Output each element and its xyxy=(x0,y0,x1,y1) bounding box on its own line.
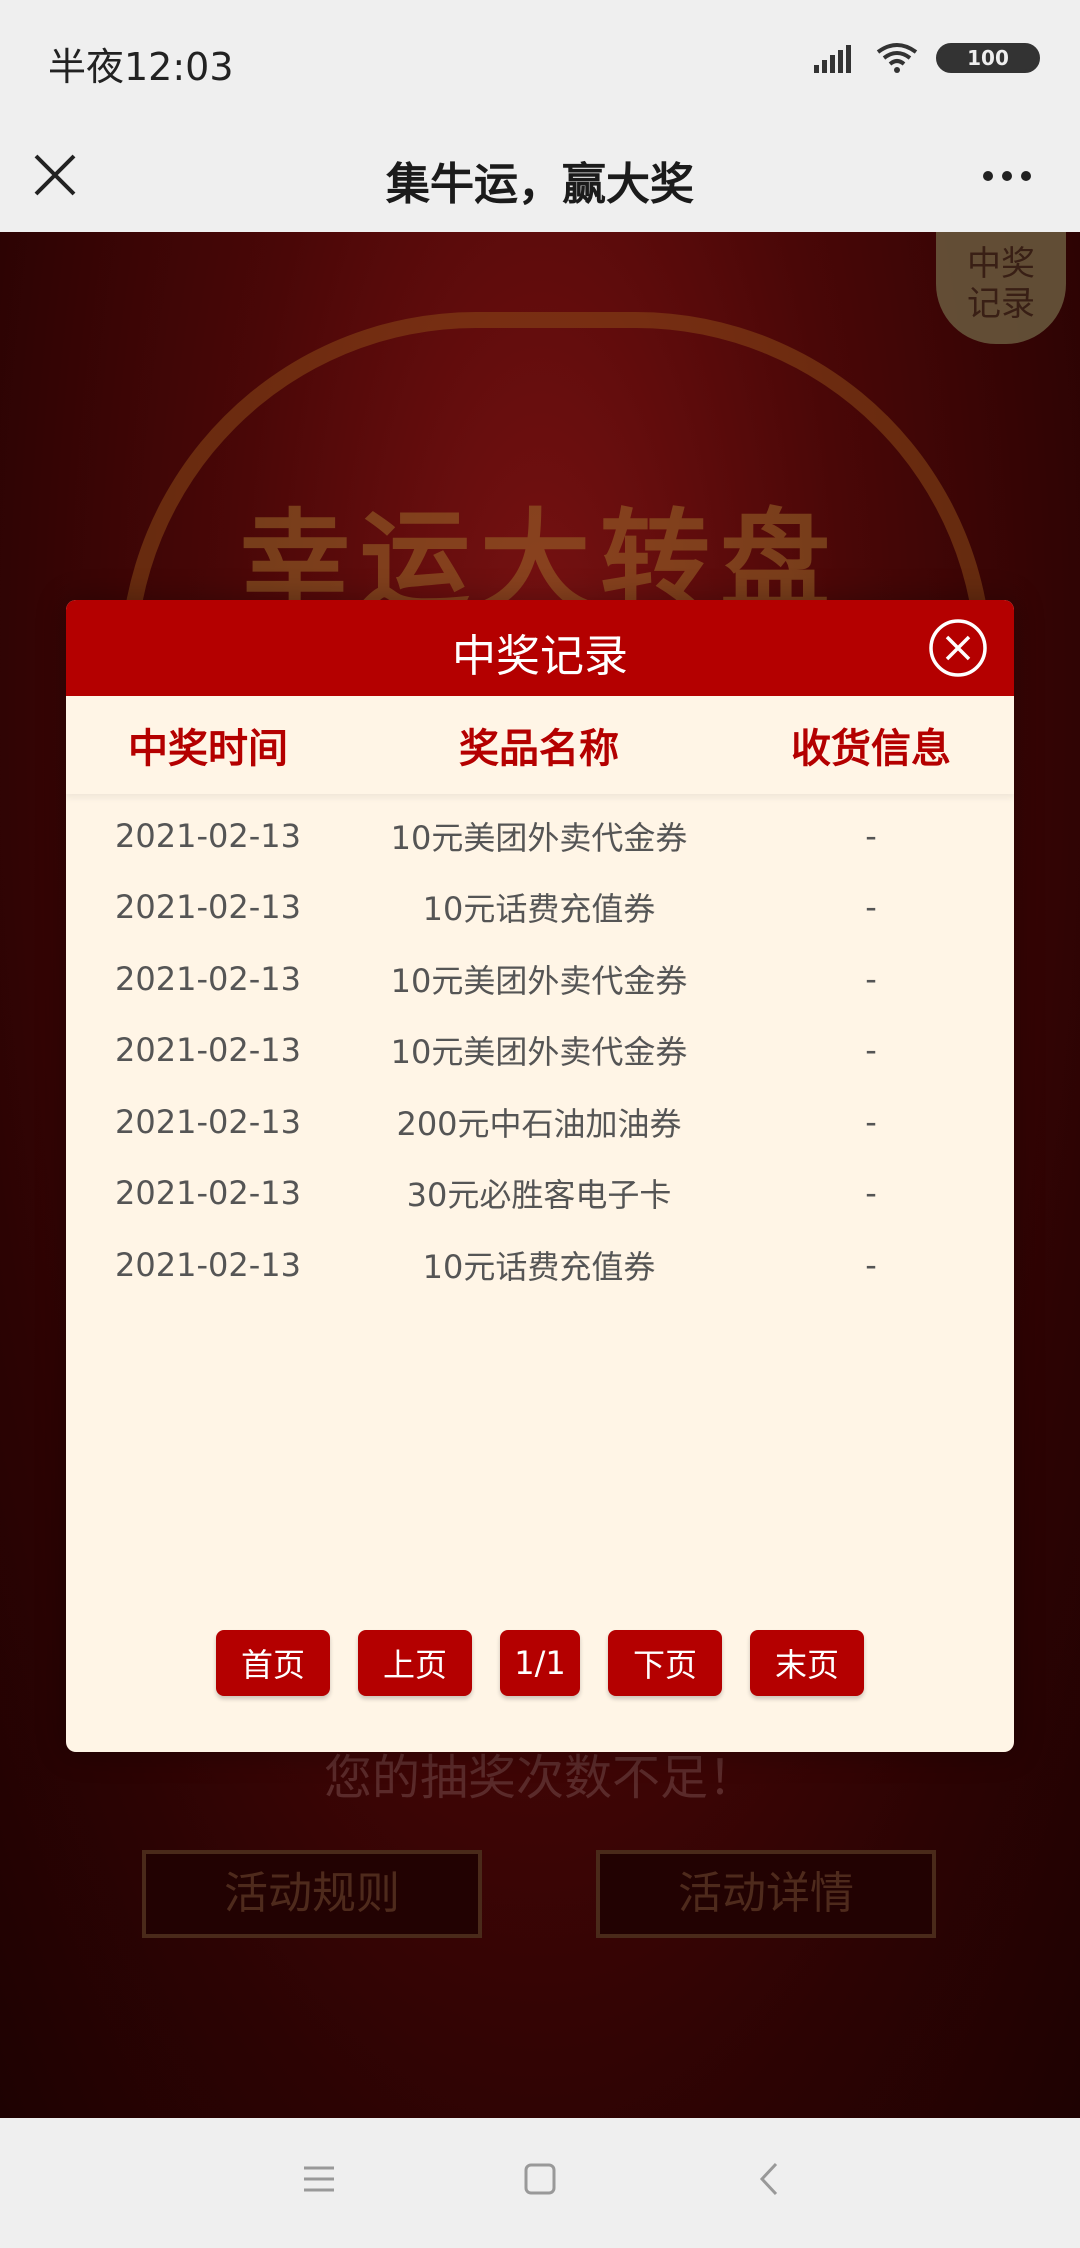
cell-time: 2021-02-13 xyxy=(115,1031,301,1070)
cell-shipping: - xyxy=(865,1102,877,1141)
column-header-time: 中奖时间 xyxy=(128,726,288,772)
cell-time: 2021-02-13 xyxy=(115,959,301,998)
cell-time: 2021-02-13 xyxy=(115,888,301,927)
records-badge-line1: 中奖 xyxy=(967,244,1035,284)
wifi-icon xyxy=(876,43,918,73)
battery-level: 100 xyxy=(967,46,1009,70)
next-page-button[interactable]: 下页 xyxy=(608,1630,722,1696)
home-icon[interactable] xyxy=(523,2162,557,2196)
cell-prize: 10元美团外卖代金券 xyxy=(390,1033,688,1072)
page-indicator: 1/1 xyxy=(500,1630,580,1696)
records-badge-line2: 记录 xyxy=(967,284,1035,324)
page-title: 集牛运，赢大奖 xyxy=(386,159,694,210)
close-circle-icon[interactable] xyxy=(928,618,988,678)
cell-shipping: - xyxy=(865,888,877,927)
status-time: 半夜12:03 xyxy=(48,45,234,89)
cell-time: 2021-02-13 xyxy=(115,1245,301,1284)
cell-prize: 30元必胜客电子卡 xyxy=(406,1176,672,1215)
cell-prize: 10元美团外卖代金券 xyxy=(390,818,688,857)
table-row: 2021-02-13 200元中石油加油券 - xyxy=(66,1086,1014,1158)
records-table: 2021-02-13 10元美团外卖代金券 - 2021-02-13 10元话费… xyxy=(66,800,1014,1301)
cell-time: 2021-02-13 xyxy=(115,816,301,855)
modal-title: 中奖记录 xyxy=(452,631,628,682)
table-row: 2021-02-13 10元美团外卖代金券 - xyxy=(66,1015,1014,1087)
cell-shipping: - xyxy=(865,1245,877,1284)
table-row: 2021-02-13 10元话费充值券 - xyxy=(66,1229,1014,1301)
table-row: 2021-02-13 10元话费充值券 - xyxy=(66,872,1014,944)
signal-icon xyxy=(814,45,851,73)
cell-prize: 10元话费充值券 xyxy=(422,1247,656,1286)
status-icons: 100 xyxy=(814,38,1040,78)
table-row: 2021-02-13 10元美团外卖代金券 - xyxy=(66,800,1014,872)
last-page-button[interactable]: 末页 xyxy=(750,1630,864,1696)
system-nav-bar xyxy=(0,2118,1080,2248)
cell-shipping: - xyxy=(865,959,877,998)
cell-time: 2021-02-13 xyxy=(115,1102,301,1141)
battery-icon: 100 xyxy=(936,43,1040,73)
table-header: 中奖时间 奖品名称 收货信息 xyxy=(66,696,1014,794)
back-icon[interactable] xyxy=(752,2162,786,2196)
column-header-prize: 奖品名称 xyxy=(459,726,619,772)
cell-time: 2021-02-13 xyxy=(115,1174,301,1213)
records-badge[interactable]: 中奖 记录 xyxy=(936,232,1066,344)
cell-prize: 10元话费充值券 xyxy=(422,890,656,929)
column-header-shipping: 收货信息 xyxy=(791,726,951,772)
cell-shipping: - xyxy=(865,816,877,855)
menu-icon[interactable] xyxy=(302,2162,336,2196)
prize-records-modal: 中奖记录 中奖时间 奖品名称 收货信息 2021-02-13 10元美团外卖代金… xyxy=(66,600,1014,1752)
cell-prize: 200元中石油加油券 xyxy=(396,1104,682,1143)
table-row: 2021-02-13 30元必胜客电子卡 - xyxy=(66,1158,1014,1230)
title-bar: 集牛运，赢大奖 xyxy=(0,118,1080,232)
details-button[interactable]: 活动详情 xyxy=(596,1850,936,1938)
cell-shipping: - xyxy=(865,1031,877,1070)
rules-button[interactable]: 活动规则 xyxy=(142,1850,482,1938)
status-bar: 半夜12:03 100 xyxy=(0,0,1080,118)
modal-header: 中奖记录 xyxy=(66,600,1014,696)
pagination: 首页 上页 1/1 下页 末页 xyxy=(66,1630,1014,1696)
more-options-icon[interactable] xyxy=(982,166,1032,186)
first-page-button[interactable]: 首页 xyxy=(216,1630,330,1696)
table-row: 2021-02-13 10元美团外卖代金券 - xyxy=(66,943,1014,1015)
cell-shipping: - xyxy=(865,1174,877,1213)
prev-page-button[interactable]: 上页 xyxy=(358,1630,472,1696)
cell-prize: 10元美团外卖代金券 xyxy=(390,961,688,1000)
